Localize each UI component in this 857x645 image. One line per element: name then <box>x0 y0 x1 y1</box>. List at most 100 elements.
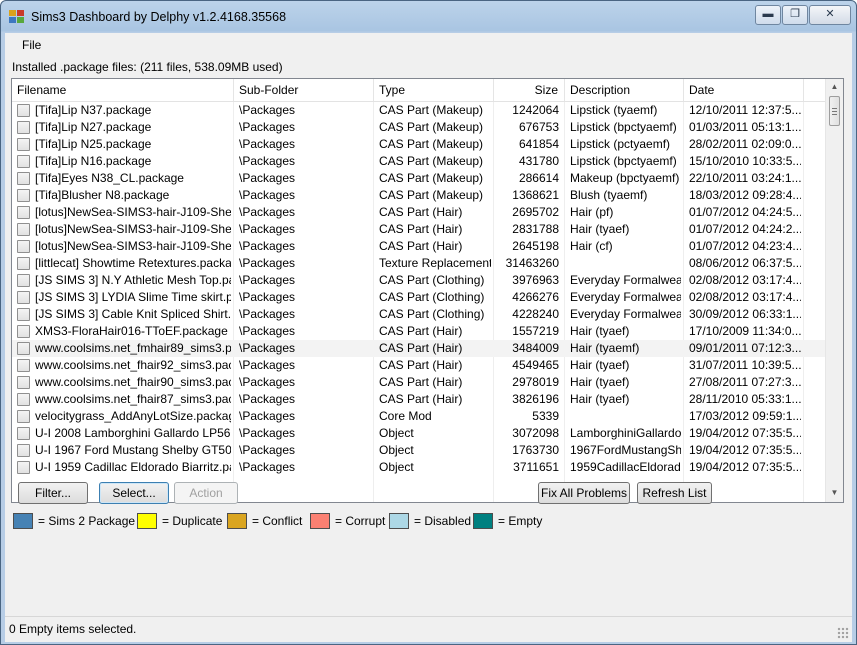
cell-date: 18/03/2012 09:28:4... <box>689 188 801 202</box>
table-row[interactable]: www.coolsims.net_fhair90_sims3.pack... \P… <box>12 374 825 391</box>
cell-filename: U-I 2008 Lamborghini Gallardo LP560-4... <box>35 426 231 440</box>
fix-all-problems-button[interactable]: Fix All Problems <box>538 482 630 504</box>
table-row[interactable]: U-I 1959 Cadillac Eldorado Biarritz.pack… <box>12 459 825 476</box>
column-type[interactable]: Type <box>374 79 494 101</box>
close-button[interactable]: ✕ <box>809 5 851 25</box>
row-checkbox[interactable] <box>17 393 30 406</box>
maximize-icon: ❐ <box>790 8 800 20</box>
cell-date: 19/04/2012 07:35:5... <box>689 460 801 474</box>
row-checkbox[interactable] <box>17 121 30 134</box>
table-row[interactable]: XMS3-FloraHair016-TToEF.package \Packages… <box>12 323 825 340</box>
table-row[interactable]: [Tifa]Lip N27.package \Packages CAS Part (… <box>12 119 825 136</box>
table-row[interactable]: U-I 2008 Lamborghini Gallardo LP560-4...… <box>12 425 825 442</box>
cell-subfolder: \Packages <box>239 120 296 134</box>
cell-size: 1368621 <box>512 188 559 202</box>
row-checkbox[interactable] <box>17 274 30 287</box>
row-checkbox[interactable] <box>17 155 30 168</box>
column-subfolder[interactable]: Sub-Folder <box>234 79 374 101</box>
list-header: Filename Sub-Folder Type Size Descriptio… <box>12 79 825 102</box>
legend-swatch-sims2 <box>13 513 33 529</box>
cell-filename: [lotus]NewSea-SIMS3-hair-J109-Sheph... <box>35 222 231 236</box>
scroll-down-icon[interactable]: ▼ <box>828 486 841 500</box>
select-button[interactable]: Select... <box>99 482 169 504</box>
table-row[interactable]: [lotus]NewSea-SIMS3-hair-J109-Sheph... \P… <box>12 221 825 238</box>
package-list[interactable]: Filename Sub-Folder Type Size Descriptio… <box>11 78 844 503</box>
table-row[interactable]: U-I 1967 Ford Mustang Shelby GT500.... \P… <box>12 442 825 459</box>
table-row[interactable]: [JS SIMS 3] N.Y Athletic Mesh Top.pac...… <box>12 272 825 289</box>
row-checkbox[interactable] <box>17 104 30 117</box>
table-row[interactable]: [JS SIMS 3] Cable Knit Spliced Shirt.pa.… <box>12 306 825 323</box>
table-row[interactable]: velocitygrass_AddAnyLotSize.package \Pack… <box>12 408 825 425</box>
cell-filename: [lotus]NewSea-SIMS3-hair-J109-Sheph... <box>35 239 231 253</box>
row-checkbox[interactable] <box>17 359 30 372</box>
table-row[interactable]: www.coolsims.net_fmhair89_sims3.pac... \P… <box>12 340 825 357</box>
table-row[interactable]: [Tifa]Eyes N38_CL.package \Packages CAS Pa… <box>12 170 825 187</box>
cell-description <box>570 255 681 272</box>
column-description[interactable]: Description <box>565 79 684 101</box>
cell-size: 676753 <box>518 120 559 134</box>
menu-file[interactable]: File <box>22 38 41 52</box>
resize-grip-icon[interactable] <box>837 627 849 639</box>
cell-subfolder: \Packages <box>239 358 296 372</box>
cell-date: 27/08/2011 07:27:3... <box>689 375 801 389</box>
row-checkbox[interactable] <box>17 410 30 423</box>
column-filename[interactable]: Filename <box>12 79 234 101</box>
row-checkbox[interactable] <box>17 342 30 355</box>
row-checkbox[interactable] <box>17 206 30 219</box>
table-row[interactable]: [Tifa]Lip N37.package \Packages CAS Part (… <box>12 102 825 119</box>
cell-filename: [Tifa]Eyes N38_CL.package <box>35 171 184 185</box>
cell-description: Hair (tyaef) <box>570 358 630 372</box>
row-checkbox[interactable] <box>17 291 30 304</box>
row-checkbox[interactable] <box>17 444 30 457</box>
title-bar[interactable]: Sims3 Dashboard by Delphy v1.2.4168.3556… <box>1 1 856 33</box>
row-checkbox[interactable] <box>17 189 30 202</box>
row-checkbox[interactable] <box>17 376 30 389</box>
vertical-scrollbar[interactable]: ▲ ▼ <box>825 79 843 502</box>
action-button[interactable]: Action <box>174 482 238 504</box>
table-row[interactable]: www.coolsims.net_fhair92_sims3.pack... \P… <box>12 357 825 374</box>
table-row[interactable]: [JS SIMS 3] LYDIA Slime Time skirt.pac..… <box>12 289 825 306</box>
cell-size: 3072098 <box>512 426 559 440</box>
table-row[interactable]: [Tifa]Blusher N8.package \Packages CAS Par… <box>12 187 825 204</box>
cell-description: Everyday Formalwea... <box>570 273 681 287</box>
cell-filename: www.coolsims.net_fhair92_sims3.pack... <box>35 358 231 372</box>
cell-size: 4228240 <box>512 307 559 321</box>
scroll-thumb[interactable] <box>829 96 840 126</box>
cell-size: 2695702 <box>512 205 559 219</box>
table-row[interactable]: [Tifa]Lip N25.package \Packages CAS Part (… <box>12 136 825 153</box>
cell-size: 641854 <box>518 137 559 151</box>
scroll-up-icon[interactable]: ▲ <box>828 80 841 94</box>
row-checkbox[interactable] <box>17 172 30 185</box>
row-checkbox[interactable] <box>17 257 30 270</box>
cell-subfolder: \Packages <box>239 443 296 457</box>
cell-size: 2978019 <box>512 375 559 389</box>
table-row[interactable]: [littlecat] Showtime Retextures.package \… <box>12 255 825 272</box>
column-size[interactable]: Size <box>494 79 565 101</box>
column-date[interactable]: Date <box>684 79 804 101</box>
minimize-button[interactable]: ▬ <box>755 5 781 25</box>
row-checkbox[interactable] <box>17 325 30 338</box>
legend-label-duplicate: = Duplicate <box>162 514 223 528</box>
maximize-button[interactable]: ❐ <box>782 5 808 25</box>
filter-button[interactable]: Filter... <box>18 482 88 504</box>
row-checkbox[interactable] <box>17 138 30 151</box>
table-row[interactable]: [lotus]NewSea-SIMS3-hair-J109-Sheph... \P… <box>12 204 825 221</box>
cell-size: 31463260 <box>505 256 559 270</box>
row-checkbox[interactable] <box>17 461 30 474</box>
cell-description: Makeup (bpctyaemf) <box>570 171 680 185</box>
table-row[interactable]: [lotus]NewSea-SIMS3-hair-J109-Sheph... \P… <box>12 238 825 255</box>
cell-size: 3711651 <box>513 460 559 474</box>
table-row[interactable]: [Tifa]Lip N16.package \Packages CAS Part (… <box>12 153 825 170</box>
cell-description: Lipstick (tyaemf) <box>570 103 658 117</box>
cell-date: 28/11/2010 05:33:1... <box>689 392 801 406</box>
refresh-list-button[interactable]: Refresh List <box>637 482 712 504</box>
cell-type: CAS Part (Hair) <box>379 375 463 389</box>
cell-description: Hair (tyaef) <box>570 375 630 389</box>
table-row[interactable]: www.coolsims.net_fhair87_sims3.pack... \P… <box>12 391 825 408</box>
row-checkbox[interactable] <box>17 240 30 253</box>
row-checkbox[interactable] <box>17 427 30 440</box>
row-checkbox[interactable] <box>17 308 30 321</box>
cell-size: 4549465 <box>512 358 559 372</box>
row-checkbox[interactable] <box>17 223 30 236</box>
close-icon: ✕ <box>825 8 835 20</box>
